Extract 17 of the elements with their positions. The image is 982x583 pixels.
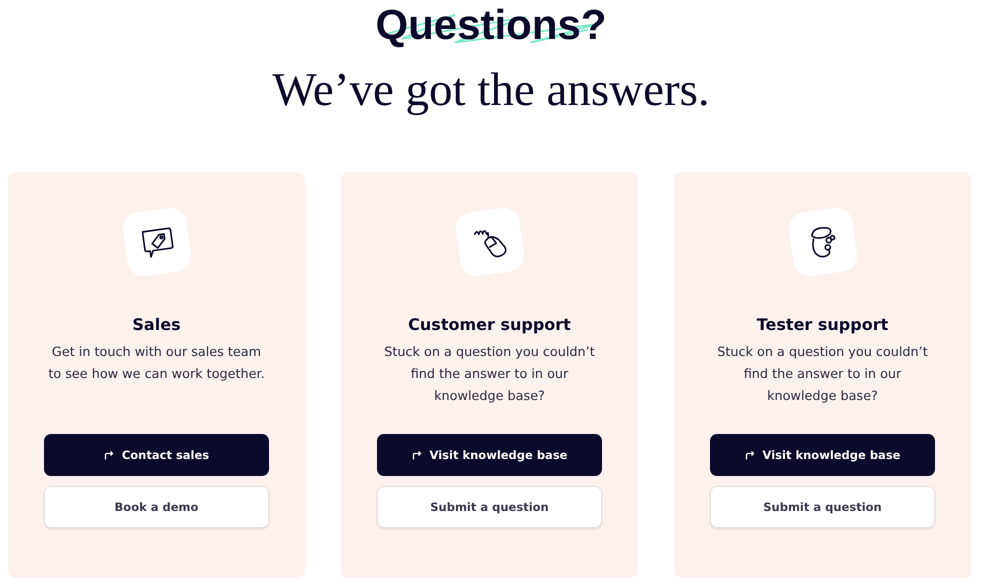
subtitle: We’ve got the answers. — [272, 64, 710, 116]
redirect-arrow-icon — [412, 450, 422, 460]
secondary-button[interactable]: Book a demo — [44, 486, 269, 528]
secondary-button[interactable]: Submit a question — [377, 486, 602, 528]
primary-button[interactable]: Visit knowledge base — [377, 434, 602, 476]
primary-button[interactable]: Visit knowledge base — [710, 434, 935, 476]
redirect-arrow-icon — [104, 450, 114, 460]
card-title: Sales — [132, 315, 181, 334]
scribbled-heading: Questions? — [375, 2, 607, 48]
card-title: Customer support — [408, 315, 571, 334]
secondary-button[interactable]: Submit a question — [710, 486, 935, 528]
card-description: Stuck on a question you couldn’t find the answer to in our knowledge base? — [716, 344, 929, 406]
card-title: Tester support — [756, 315, 888, 334]
redirect-arrow-icon — [744, 450, 755, 460]
card-description: Get in touch with our sales team to see how we can work together. — [47, 344, 266, 384]
primary-button[interactable]: Contact sales — [44, 434, 269, 476]
card-description: Stuck on a question you couldn’t find the answer to in our knowledge base? — [383, 344, 596, 406]
